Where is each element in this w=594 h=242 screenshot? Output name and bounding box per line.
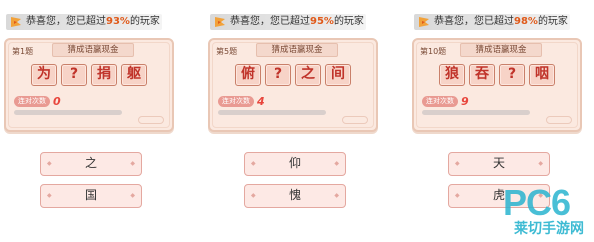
progress-bar (422, 110, 530, 115)
idiom-slot: 为 (31, 64, 57, 86)
watermark-text: 莱切手游网 (514, 221, 584, 237)
idiom-slot: 吞 (469, 64, 495, 86)
game-panel-1: 恭喜您，您已超过93%的玩家 第1题 猜成语赢现金 为 ? 捐 躯 连对次数 0… (0, 0, 186, 242)
banner-percent: 95% (310, 16, 334, 27)
idiom-slot: 狼 (439, 64, 465, 86)
banner-prefix: 恭喜您，您已超过 (434, 16, 514, 27)
trophy-flag-icon (215, 17, 225, 27)
idiom-blank-slot[interactable]: ? (61, 64, 87, 86)
question-card: 第5题 猜成语赢现金 俯 ? 之 间 连对次数 4 (208, 38, 378, 132)
idiom-slot: 躯 (121, 64, 147, 86)
trophy-flag-icon (419, 17, 429, 27)
banner-percent: 98% (514, 16, 538, 27)
banner-prefix: 恭喜您，您已超过 (230, 16, 310, 27)
idiom-slots: 狼 吞 ? 咽 (414, 64, 580, 86)
banner-percent: 93% (106, 16, 130, 27)
idiom-slots: 俯 ? 之 间 (210, 64, 376, 86)
streak-label: 连对次数 (422, 95, 458, 107)
site-watermark: PC6 莱切手游网 (476, 180, 588, 240)
cloud-ornament-icon (138, 116, 164, 124)
cloud-ornament-icon (342, 116, 368, 124)
streak-label: 连对次数 (14, 95, 50, 107)
idiom-blank-slot[interactable]: ? (265, 64, 291, 86)
level-label: 第1题 (12, 47, 34, 56)
answer-button[interactable]: 国 (40, 184, 142, 208)
trophy-flag-icon (11, 17, 21, 27)
idiom-blank-slot[interactable]: ? (499, 64, 525, 86)
streak-counter: 连对次数 4 (218, 94, 265, 108)
rank-banner: 恭喜您，您已超过93%的玩家 (6, 14, 162, 30)
card-title: 猜成语赢现金 (460, 43, 542, 57)
streak-value: 0 (53, 94, 61, 108)
progress-bar (218, 110, 326, 115)
level-label: 第5题 (216, 47, 238, 56)
idiom-slot: 之 (295, 64, 321, 86)
rank-banner: 恭喜您，您已超过98%的玩家 (414, 14, 570, 30)
idiom-slot: 捐 (91, 64, 117, 86)
idiom-slot: 间 (325, 64, 351, 86)
banner-suffix: 的玩家 (333, 16, 364, 27)
question-card: 第1题 猜成语赢现金 为 ? 捐 躯 连对次数 0 (4, 38, 174, 132)
rank-banner: 恭喜您，您已超过95%的玩家 (210, 14, 366, 30)
banner-prefix: 恭喜您，您已超过 (26, 16, 106, 27)
idiom-slots: 为 ? 捐 躯 (6, 64, 172, 86)
answer-button[interactable]: 仰 (244, 152, 346, 176)
streak-value: 9 (461, 94, 469, 108)
streak-counter: 连对次数 9 (422, 94, 469, 108)
question-card: 第10题 猜成语赢现金 狼 吞 ? 咽 连对次数 9 (412, 38, 582, 132)
cloud-ornament-icon (546, 116, 572, 124)
answer-button[interactable]: 愧 (244, 184, 346, 208)
banner-suffix: 的玩家 (129, 16, 160, 27)
progress-bar (14, 110, 122, 115)
level-label: 第10题 (420, 47, 447, 56)
idiom-slot: 俯 (235, 64, 261, 86)
streak-value: 4 (257, 94, 265, 108)
idiom-slot: 咽 (529, 64, 555, 86)
answer-button[interactable]: 天 (448, 152, 550, 176)
streak-counter: 连对次数 0 (14, 94, 61, 108)
streak-label: 连对次数 (218, 95, 254, 107)
answer-button[interactable]: 之 (40, 152, 142, 176)
card-title: 猜成语赢现金 (52, 43, 134, 57)
banner-suffix: 的玩家 (537, 16, 568, 27)
game-panel-2: 恭喜您，您已超过95%的玩家 第5题 猜成语赢现金 俯 ? 之 间 连对次数 4… (204, 0, 390, 242)
card-title: 猜成语赢现金 (256, 43, 338, 57)
